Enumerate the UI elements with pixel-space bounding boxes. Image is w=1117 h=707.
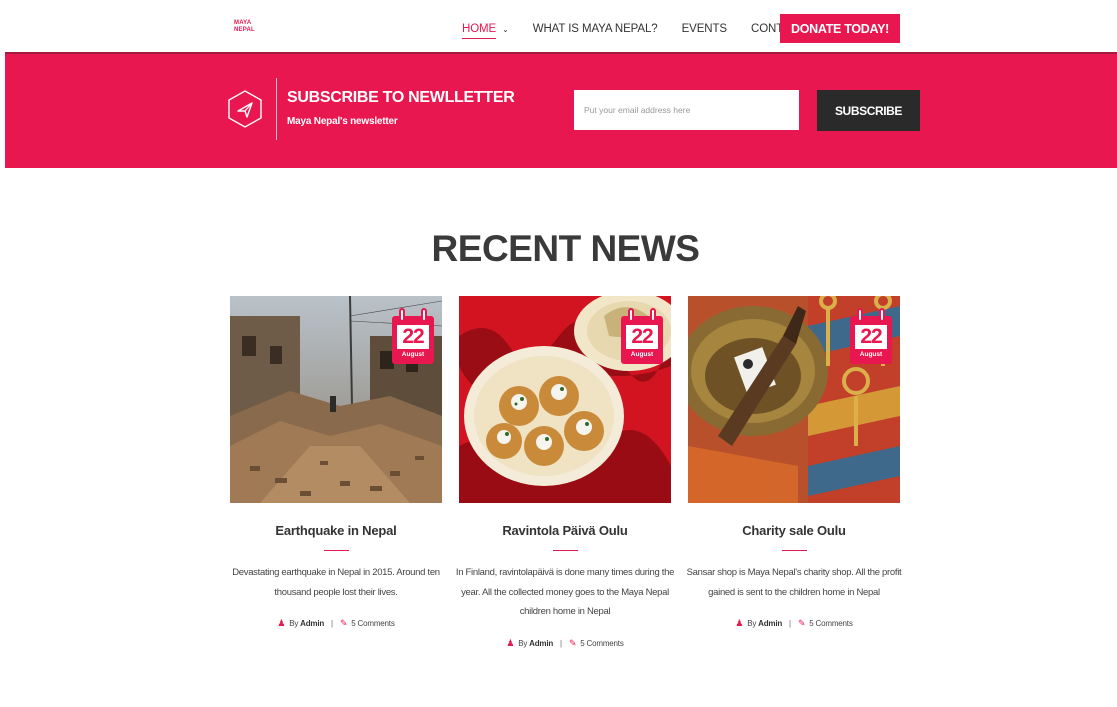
card-excerpt: In Finland, ravintolapäivä is done many … — [455, 567, 675, 617]
card-excerpt: Sansar shop is Maya Nepal's charity shop… — [686, 567, 902, 598]
edit-icon: ✎ — [797, 618, 806, 628]
author-link[interactable]: Admin — [529, 639, 553, 648]
news-card: 22 August Earthquake in Nepal Devastatin… — [230, 296, 442, 628]
card-meta: ♟ By Admin | ✎ 5 Comments — [459, 638, 671, 649]
site-logo[interactable]: MAYA NEPAL — [234, 20, 255, 34]
meta-separator: | — [789, 619, 791, 628]
by-label: By — [518, 639, 528, 648]
calendar-icon: 22 August — [621, 308, 663, 364]
author-link[interactable]: Admin — [300, 619, 324, 628]
edit-icon: ✎ — [568, 638, 577, 648]
calendar-icon: 22 August — [850, 308, 892, 364]
card-date-month: August — [859, 351, 883, 358]
by-label: By — [289, 619, 299, 628]
card-meta: ♟ By Admin | ✎ 5 Comments — [230, 618, 442, 629]
logo-line-2: NEPAL — [234, 27, 255, 33]
chevron-down-icon[interactable]: ⌄ — [502, 25, 509, 34]
card-date-day: 22 — [397, 325, 429, 349]
newsletter-divider — [276, 78, 277, 140]
card-meta: ♟ By Admin | ✎ 5 Comments — [688, 618, 900, 629]
nav-item-home[interactable]: HOME ⌄ — [462, 19, 509, 39]
email-input[interactable] — [574, 90, 799, 130]
card-title[interactable]: Earthquake in Nepal — [220, 523, 452, 538]
title-divider — [553, 550, 578, 551]
newsletter-title: SUBSCRIBE TO NEWLLETTER — [287, 89, 515, 106]
meta-separator: | — [331, 619, 333, 628]
paper-plane-icon — [228, 90, 262, 128]
person-icon: ♟ — [506, 638, 515, 648]
news-image-earthquake[interactable]: 22 August — [230, 296, 442, 503]
card-date-day: 22 — [626, 325, 658, 349]
edit-icon: ✎ — [339, 618, 348, 628]
card-title[interactable]: Charity sale Oulu — [678, 523, 910, 538]
calendar-icon: 22 August — [392, 308, 434, 364]
nav-label-home: HOME — [462, 23, 496, 39]
title-divider — [324, 550, 349, 551]
newsletter-band — [5, 52, 1117, 168]
subscribe-button[interactable]: SUBSCRIBE — [817, 90, 920, 131]
section-title: RECENT NEWS — [431, 228, 700, 269]
news-card: 22 August Charity sale Oulu Sansar shop … — [687, 296, 902, 628]
news-image-ravintola[interactable]: 22 August — [459, 296, 671, 503]
comments-link[interactable]: 5 Comments — [580, 639, 624, 648]
by-label: By — [747, 619, 757, 628]
news-card: 22 August Ravintola Päivä Oulu In Finlan… — [456, 296, 674, 648]
comments-link[interactable]: 5 Comments — [351, 619, 395, 628]
nav-label-events: EVENTS — [681, 23, 728, 35]
card-title[interactable]: Ravintola Päivä Oulu — [449, 523, 681, 538]
logo-line-1: MAYA — [234, 20, 252, 26]
card-excerpt: Devastating earthquake in Nepal in 2015.… — [232, 567, 440, 598]
title-divider — [782, 550, 807, 551]
card-date-day: 22 — [855, 325, 887, 349]
meta-separator: | — [560, 639, 562, 648]
author-link[interactable]: Admin — [758, 619, 782, 628]
nav-item-what-is-maya-nepal[interactable]: WHAT IS MAYA NEPAL? — [533, 23, 658, 35]
newsletter-subtitle: Maya Nepal's newsletter — [287, 116, 398, 127]
donate-button[interactable]: DONATE TODAY! — [780, 14, 900, 43]
comments-link[interactable]: 5 Comments — [809, 619, 853, 628]
nav-label-what-is: WHAT IS MAYA NEPAL? — [532, 23, 658, 35]
site-header: MAYA NEPAL HOME ⌄ WHAT IS MAYA NEPAL? EV… — [0, 0, 1117, 52]
person-icon: ♟ — [277, 618, 286, 628]
card-date-month: August — [630, 351, 654, 358]
person-icon: ♟ — [735, 618, 744, 628]
news-image-charity-sale[interactable]: 22 August — [688, 296, 900, 503]
card-date-month: August — [401, 351, 425, 358]
nav-item-events[interactable]: EVENTS — [681, 23, 728, 35]
band-top-line — [5, 52, 1117, 54]
